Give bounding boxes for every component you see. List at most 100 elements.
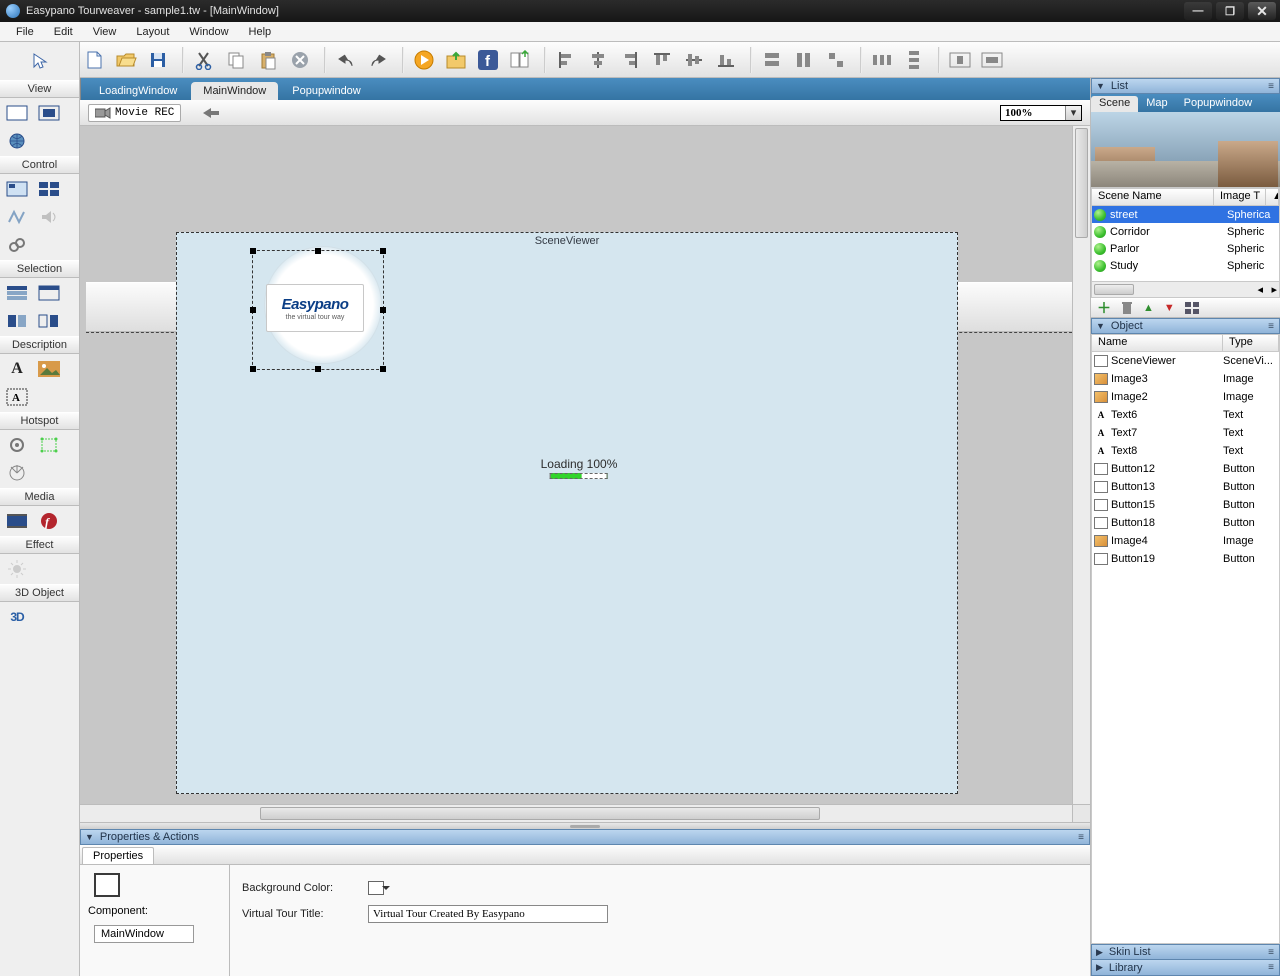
tab-properties[interactable]: Properties [82, 847, 154, 864]
scene-row[interactable]: StudySpheric [1092, 257, 1279, 274]
col-scroll-up-icon[interactable]: ▲ [1266, 189, 1279, 205]
match-size-icon[interactable] [822, 46, 850, 74]
redo-icon[interactable] [364, 46, 392, 74]
text-tool-icon[interactable]: A [4, 358, 30, 380]
bg-color-swatch[interactable] [368, 881, 384, 895]
align-top-icon[interactable] [648, 46, 676, 74]
add-scene-icon[interactable]: ＋ [1097, 298, 1111, 318]
col-object-type[interactable]: Type [1223, 335, 1279, 351]
align-right-icon[interactable] [616, 46, 644, 74]
scene-row[interactable]: CorridorSpheric [1092, 223, 1279, 240]
save-file-icon[interactable] [144, 46, 172, 74]
maximize-button[interactable]: ❐ [1216, 2, 1244, 20]
open-file-icon[interactable] [112, 46, 140, 74]
export-folder-icon[interactable] [442, 46, 470, 74]
close-button[interactable]: ✕ [1248, 2, 1276, 20]
facebook-icon[interactable]: f [474, 46, 502, 74]
media-flash-icon[interactable]: f [36, 510, 62, 532]
object-list[interactable]: SceneViewerSceneVi...Image3ImageImage2Im… [1091, 352, 1280, 944]
object-row[interactable]: Button12Button [1092, 460, 1279, 478]
control-sound-icon[interactable] [36, 206, 62, 228]
selection-frame-icon[interactable] [36, 282, 62, 304]
selection-dual-icon[interactable] [36, 310, 62, 332]
center-h-icon[interactable] [946, 46, 974, 74]
copy-icon[interactable] [222, 46, 250, 74]
media-video-icon[interactable] [4, 510, 30, 532]
selection-list-icon[interactable] [4, 282, 30, 304]
object-row[interactable]: AText8Text [1092, 442, 1279, 460]
view-inset-icon[interactable] [36, 102, 62, 124]
control-panel-icon[interactable] [4, 178, 30, 200]
col-scene-name[interactable]: Scene Name [1092, 189, 1214, 205]
delete-scene-icon[interactable] [1121, 301, 1133, 315]
col-object-name[interactable]: Name [1092, 335, 1223, 351]
canvas-hscroll[interactable] [80, 804, 1072, 822]
canvas-vscroll[interactable] [1072, 126, 1090, 804]
object-row[interactable]: Image3Image [1092, 370, 1279, 388]
panel-options-icon[interactable]: ≡ [1078, 832, 1085, 843]
object-row[interactable]: Button15Button [1092, 496, 1279, 514]
library-panel-header[interactable]: ▶ Library ≡ [1091, 960, 1280, 976]
scene-list[interactable]: streetSphericaCorridorSphericParlorSpher… [1091, 206, 1280, 282]
panel-options-icon[interactable]: ≡ [1268, 81, 1275, 92]
menu-layout[interactable]: Layout [126, 26, 179, 38]
object-row[interactable]: Button13Button [1092, 478, 1279, 496]
brand-logo[interactable]: EEasypanoasypano the virtual tour way [266, 284, 364, 332]
list-panel-header[interactable]: ▼ List ≡ [1091, 78, 1280, 94]
tab-loadingwindow[interactable]: LoadingWindow [87, 82, 189, 100]
undo-icon[interactable] [332, 46, 360, 74]
pointer-tool-icon[interactable] [27, 50, 53, 72]
selection-thumbs-icon[interactable] [4, 310, 30, 332]
distribute-h-icon[interactable] [868, 46, 896, 74]
control-grid-icon[interactable] [36, 178, 62, 200]
center-v-icon[interactable] [978, 46, 1006, 74]
panorama-preview[interactable] [1091, 112, 1280, 188]
export-list-icon[interactable] [506, 46, 534, 74]
scene-row[interactable]: streetSpherica [1092, 206, 1279, 223]
panel-options-icon[interactable]: ≡ [1268, 947, 1275, 958]
tab-mainwindow[interactable]: MainWindow [191, 82, 278, 100]
tab-popupwindow[interactable]: Popupwindow [280, 82, 373, 100]
view-globe-icon[interactable] [4, 130, 30, 152]
object-row[interactable]: SceneViewerSceneVi... [1092, 352, 1279, 370]
three-d-icon[interactable]: 3D [4, 606, 30, 628]
zoom-dropdown-icon[interactable]: ▾ [1065, 106, 1081, 120]
menu-edit[interactable]: Edit [44, 26, 83, 38]
align-hcenter-icon[interactable] [584, 46, 612, 74]
movie-rec-button[interactable]: Movie REC [88, 104, 181, 122]
menu-file[interactable]: File [6, 26, 44, 38]
textarea-tool-icon[interactable]: A [4, 386, 30, 408]
menu-help[interactable]: Help [239, 26, 282, 38]
minimize-button[interactable]: — [1184, 2, 1212, 20]
match-height-icon[interactable] [790, 46, 818, 74]
panel-options-icon[interactable]: ≡ [1268, 321, 1275, 332]
tour-title-input[interactable] [368, 905, 608, 923]
tab-popupwindow[interactable]: Popupwindow [1176, 96, 1261, 112]
new-file-icon[interactable] [80, 46, 108, 74]
match-width-icon[interactable] [758, 46, 786, 74]
panel-options-icon[interactable]: ≡ [1268, 962, 1275, 973]
scene-hscroll[interactable]: ◂▸ [1091, 282, 1280, 298]
image-tool-icon[interactable] [36, 358, 62, 380]
object-row[interactable]: Image4Image [1092, 532, 1279, 550]
delete-icon[interactable] [286, 46, 314, 74]
grid-view-icon[interactable] [1185, 302, 1199, 314]
align-vcenter-icon[interactable] [680, 46, 708, 74]
menu-view[interactable]: View [83, 26, 127, 38]
play-icon[interactable] [410, 46, 438, 74]
col-image-type[interactable]: Image T [1214, 189, 1266, 205]
back-button[interactable] [197, 103, 225, 123]
effect-sun-icon[interactable] [4, 558, 30, 580]
skin-panel-header[interactable]: ▶ Skin List ≡ [1091, 944, 1280, 960]
hotspot-point-icon[interactable] [4, 434, 30, 456]
align-bottom-icon[interactable] [712, 46, 740, 74]
tab-scene[interactable]: Scene [1091, 96, 1138, 112]
move-up-icon[interactable]: ▲ [1143, 302, 1154, 314]
paste-icon[interactable] [254, 46, 282, 74]
object-row[interactable]: Button18Button [1092, 514, 1279, 532]
object-row[interactable]: Button19Button [1092, 550, 1279, 568]
hotspot-area-icon[interactable] [36, 434, 62, 456]
zoom-selector[interactable]: ▾ [1000, 105, 1082, 121]
properties-panel-header[interactable]: ▼ Properties & Actions ≡ [80, 829, 1090, 845]
scene-row[interactable]: ParlorSpheric [1092, 240, 1279, 257]
